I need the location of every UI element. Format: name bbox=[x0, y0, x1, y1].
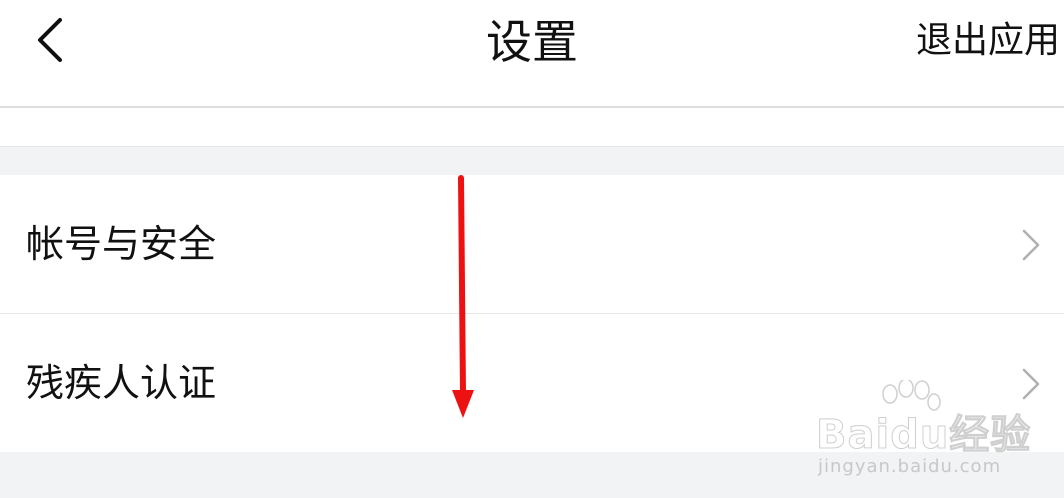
spacer-strip bbox=[0, 108, 1064, 147]
chevron-right-icon bbox=[1022, 368, 1040, 400]
watermark-url: jingyan.baidu.com bbox=[818, 456, 1002, 477]
settings-item-disability-certification[interactable]: 残疾人认证 bbox=[0, 313, 1064, 452]
settings-screen: 设置 退出应用 帐号与安全 残疾人认证 Baidu经验 jingyan.baid… bbox=[0, 0, 1064, 498]
header-bar: 设置 退出应用 bbox=[0, 0, 1064, 108]
exit-app-button[interactable]: 退出应用 bbox=[916, 14, 1060, 68]
settings-list: 帐号与安全 残疾人认证 bbox=[0, 175, 1064, 452]
back-button[interactable] bbox=[22, 10, 82, 70]
page-title: 设置 bbox=[486, 15, 578, 69]
settings-item-label: 残疾人认证 bbox=[26, 361, 217, 405]
settings-item-account-security[interactable]: 帐号与安全 bbox=[0, 175, 1064, 313]
settings-item-label: 帐号与安全 bbox=[26, 222, 217, 266]
chevron-left-icon bbox=[38, 18, 62, 62]
chevron-right-icon bbox=[1022, 229, 1040, 261]
